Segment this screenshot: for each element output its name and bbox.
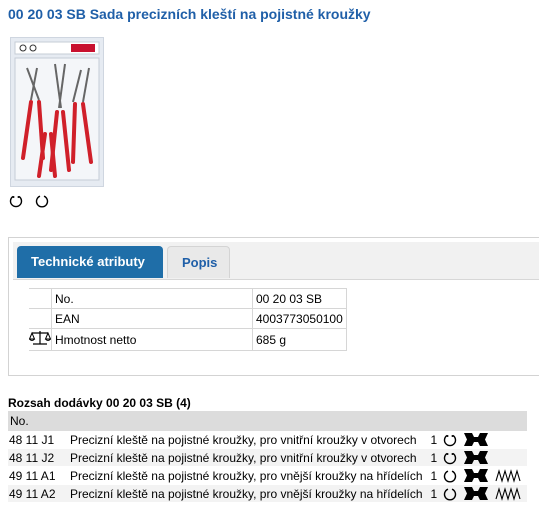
table-row[interactable]: 48 11 J2 Precizní kleště na pojistné kro… <box>8 448 527 467</box>
shaft-icon <box>495 486 521 501</box>
product-ring-icons <box>9 194 49 208</box>
tab-description[interactable]: Popis <box>167 246 230 278</box>
attribute-row: EAN 4003773050100 <box>29 308 347 329</box>
table-row[interactable]: 49 11 A2 Precizní kleště na pojistné kro… <box>8 484 527 503</box>
attribute-value: 00 20 03 SB <box>252 288 347 309</box>
item-code[interactable]: 49 11 A2 <box>8 484 69 503</box>
external-ring-icon <box>35 195 49 208</box>
scale-icon <box>28 331 52 345</box>
attribute-label: Hmotnost netto <box>51 328 253 351</box>
shaft-icon <box>495 468 521 483</box>
scope-title: Rozsah dodávky 00 20 03 SB (4) <box>8 396 191 410</box>
attributes-panel: Technické atributy Popis No. 00 20 03 SB… <box>8 237 539 376</box>
tab-technical-attributes[interactable]: Technické atributy <box>17 246 163 278</box>
scope-table: No. 48 11 J1 Precizní kleště na pojistné… <box>8 411 527 503</box>
external-ring-icon <box>443 470 456 483</box>
item-code[interactable]: 48 11 J2 <box>8 448 69 467</box>
item-quantity: 1 <box>429 431 442 449</box>
attribute-value: 4003773050100 <box>252 308 347 329</box>
item-description: Precizní kleště na pojistné kroužky, pro… <box>68 448 430 467</box>
item-description: Precizní kleště na pojistné kroužky, pro… <box>68 431 430 449</box>
scope-header-row: No. <box>8 411 527 431</box>
attributes-table: No. 00 20 03 SB EAN 4003773050100 Hmotno… <box>28 288 347 351</box>
plier-tip-icon <box>463 469 488 482</box>
external-ring-icon <box>443 488 456 501</box>
product-title: 00 20 03 SB Sada precizních kleští na po… <box>8 6 371 22</box>
attribute-label: EAN <box>51 308 253 329</box>
item-quantity: 1 <box>429 484 442 503</box>
item-code[interactable]: 48 11 J1 <box>8 431 69 449</box>
tab-bar: Technické atributy Popis <box>13 242 539 280</box>
attribute-value: 685 g <box>252 328 347 351</box>
attribute-label: No. <box>51 288 253 309</box>
internal-ring-icon <box>443 434 456 446</box>
internal-ring-icon <box>443 452 456 464</box>
product-image[interactable] <box>10 37 104 187</box>
attribute-row: No. 00 20 03 SB <box>29 288 347 309</box>
plier-tip-icon <box>463 487 488 500</box>
attribute-row: Hmotnost netto 685 g <box>28 328 347 351</box>
scope-header-no: No. <box>8 411 527 431</box>
item-code[interactable]: 49 11 A1 <box>8 466 69 485</box>
plier-tip-icon <box>463 451 488 464</box>
plier-tip-icon <box>463 433 488 446</box>
item-quantity: 1 <box>429 466 442 485</box>
item-quantity: 1 <box>429 448 442 467</box>
item-description: Precizní kleště na pojistné kroužky, pro… <box>68 484 430 503</box>
item-description: Precizní kleště na pojistné kroužky, pro… <box>68 466 430 485</box>
table-row[interactable]: 49 11 A1 Precizní kleště na pojistné kro… <box>8 466 527 485</box>
table-row[interactable]: 48 11 J1 Precizní kleště na pojistné kro… <box>8 431 527 449</box>
internal-ring-icon <box>9 195 23 208</box>
